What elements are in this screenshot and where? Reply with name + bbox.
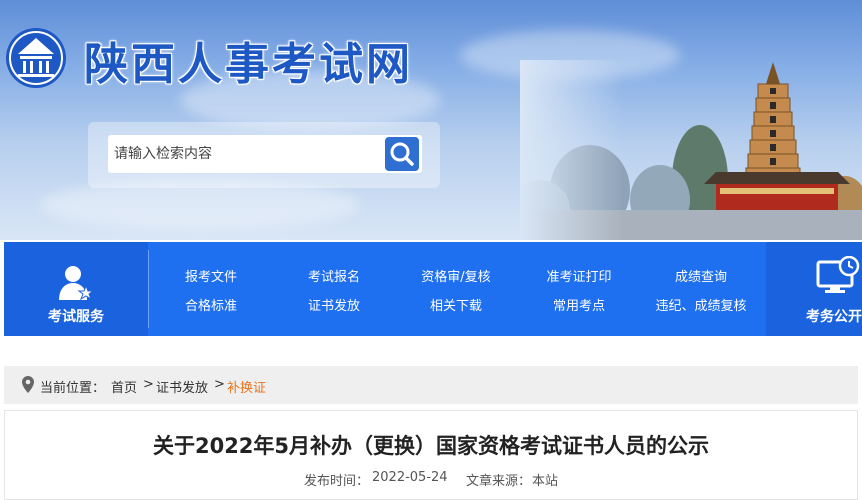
publish-date: 2022-05-24 [372, 470, 448, 485]
search-button[interactable] [385, 137, 419, 171]
nav-link-score-query[interactable]: 成绩查询 [639, 266, 763, 285]
exam-service-tab[interactable]: 考试服务 [4, 242, 148, 336]
location-pin-icon [22, 376, 34, 393]
big-wild-goose-pagoda-image [520, 60, 862, 240]
monitor-clock-icon [816, 256, 860, 293]
nav-link-exam-sites[interactable]: 常用考点 [517, 295, 641, 314]
nav-link-certificate-issue[interactable]: 证书发放 [272, 295, 396, 314]
publish-time-label: 发布时间： [304, 474, 370, 489]
breadcrumb: 当前位置： 首页 > 证书发放 > 补换证 [4, 366, 858, 404]
gov-building-logo-icon[interactable] [4, 26, 68, 90]
breadcrumb-home[interactable]: 首页 [111, 377, 137, 396]
exam-affairs-tab[interactable]: 考务公开 [766, 242, 862, 336]
article-title: 关于2022年5月补办（更换）国家资格考试证书人员的公示 [152, 434, 710, 458]
site-title[interactable]: 陕西人事考试网 [84, 28, 413, 92]
breadcrumb-certificate-issue[interactable]: 证书发放 [156, 377, 208, 396]
main-nav: 考试服务 报考文件 合格标准 考试报名 证书发放 资格审/复核 相关下载 准考证… [4, 242, 862, 336]
search-input[interactable] [108, 135, 422, 173]
user-star-icon [59, 266, 95, 301]
source-label: 文章来源： [466, 474, 532, 489]
breadcrumb-separator: > [143, 377, 154, 392]
nav-link-violation-score-review[interactable]: 违纪、成绩复核 [639, 295, 763, 314]
search-icon [390, 142, 414, 166]
nav-divider [148, 250, 149, 328]
breadcrumb-prefix: 当前位置： [40, 381, 106, 396]
nav-link-admission-ticket[interactable]: 准考证打印 [517, 266, 641, 285]
nav-link-qualification-review[interactable]: 资格审/复核 [394, 266, 518, 285]
source-value: 本站 [532, 474, 559, 489]
exam-affairs-label: 考务公开 [806, 309, 862, 325]
nav-link-downloads[interactable]: 相关下载 [394, 295, 518, 314]
breadcrumb-current[interactable]: 补换证 [227, 377, 266, 396]
nav-link-exam-documents[interactable]: 报考文件 [149, 266, 273, 285]
breadcrumb-separator: > [214, 377, 225, 392]
nav-link-exam-registration[interactable]: 考试报名 [272, 266, 396, 285]
nav-link-pass-standard[interactable]: 合格标准 [149, 295, 273, 314]
exam-service-label: 考试服务 [48, 309, 104, 325]
